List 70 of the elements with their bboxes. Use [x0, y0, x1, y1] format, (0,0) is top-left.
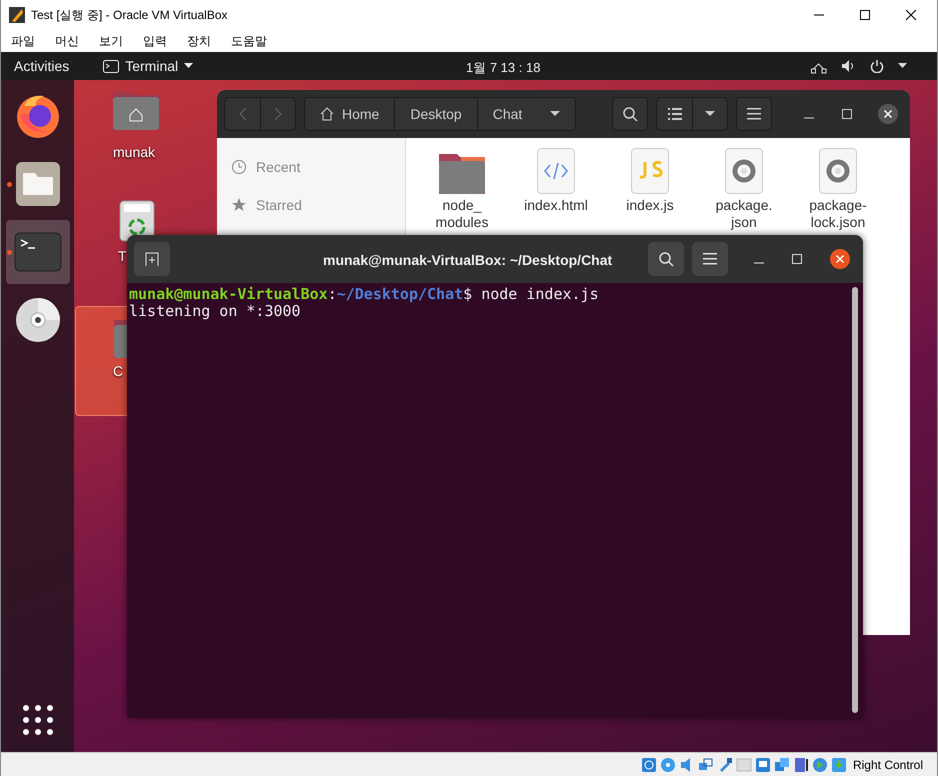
caret-icon: [550, 111, 560, 117]
caret-icon: [705, 111, 715, 117]
power-icon[interactable]: [870, 59, 884, 73]
trash-icon: [119, 200, 155, 242]
menu-item[interactable]: 장치: [187, 32, 211, 50]
caret-icon: [184, 63, 194, 69]
file-name[interactable]: package- lock.json: [809, 197, 867, 231]
search-button[interactable]: [612, 97, 648, 131]
volume-icon[interactable]: [841, 59, 856, 73]
caret-icon[interactable]: [898, 63, 907, 69]
path-button[interactable]: Desktop: [394, 98, 477, 130]
search-icon: [658, 251, 674, 267]
path-button[interactable]: Home: [305, 98, 394, 130]
clock-icon: [231, 159, 247, 175]
menu-item[interactable]: 보기: [99, 32, 123, 50]
desktop-icon-label[interactable]: C: [113, 361, 124, 382]
code-file-icon: [537, 148, 575, 194]
file-name[interactable]: index.js: [626, 197, 674, 214]
display-icon[interactable]: [754, 756, 771, 772]
close-icon[interactable]: [905, 9, 917, 21]
close-icon[interactable]: [878, 104, 898, 124]
host-key-label: Right Control: [852, 756, 923, 774]
terminal-icon: [103, 60, 120, 72]
app-menu[interactable]: Terminal: [103, 56, 194, 76]
menu-icon: [747, 108, 761, 120]
path-button[interactable]: Chat: [476, 98, 576, 130]
view-options-button[interactable]: [692, 98, 727, 130]
json-file-icon: [725, 148, 763, 194]
running-indicator: [6, 182, 12, 187]
chevron-left-icon: [238, 107, 246, 121]
scrollbar[interactable]: [852, 287, 858, 713]
menu-item[interactable]: 머신: [55, 32, 79, 50]
new-tab-icon: [145, 252, 159, 266]
disc-icon: [14, 297, 60, 343]
menu-item[interactable]: 입력: [143, 32, 167, 50]
menu-button[interactable]: [736, 97, 772, 131]
activities-button[interactable]: Activities: [14, 56, 70, 76]
file-name[interactable]: node_ modules: [436, 197, 488, 231]
disc-icon[interactable]: [660, 756, 676, 772]
new-tab-button[interactable]: [134, 242, 170, 276]
menu-icon: [703, 253, 717, 265]
home-icon: [320, 107, 334, 121]
list-icon: [668, 108, 682, 120]
download-icon[interactable]: [830, 756, 847, 772]
chevron-right-icon: [274, 107, 282, 121]
search-icon: [622, 106, 638, 122]
terminal-icon: [14, 232, 62, 272]
file-name[interactable]: index.html: [524, 197, 588, 214]
view-list-button[interactable]: [657, 98, 692, 130]
menu-item[interactable]: 파일: [11, 32, 35, 50]
app-grid-icon[interactable]: [22, 704, 54, 736]
close-icon[interactable]: [830, 249, 850, 269]
star-icon: [231, 197, 247, 213]
file-name[interactable]: package. json: [716, 197, 772, 231]
window-title: munak@munak-VirtualBox: ~/Desktop/Chat: [323, 251, 612, 270]
running-indicator: [6, 250, 12, 255]
menu-button[interactable]: [692, 242, 728, 276]
json-file-icon: [819, 148, 857, 194]
menu-item[interactable]: 도움말: [231, 32, 267, 50]
search-button[interactable]: [648, 242, 684, 276]
desktop-icon-label[interactable]: munak: [113, 142, 156, 163]
windows-icon[interactable]: [774, 756, 790, 772]
output-line: listening on *:3000: [129, 303, 302, 320]
clock[interactable]: 1월 7 13 : 18: [466, 58, 540, 78]
app-logo-icon: [9, 7, 25, 23]
window-title: Test [실행 중] - Oracle VM VirtualBox: [31, 7, 228, 24]
maximize-icon[interactable]: [859, 9, 871, 21]
js-file-icon: [631, 148, 669, 194]
command-line: munak@munak-VirtualBox:~/Desktop/Chat$ node index.js: [129, 286, 600, 303]
desktop-icon-label[interactable]: T: [118, 246, 127, 267]
